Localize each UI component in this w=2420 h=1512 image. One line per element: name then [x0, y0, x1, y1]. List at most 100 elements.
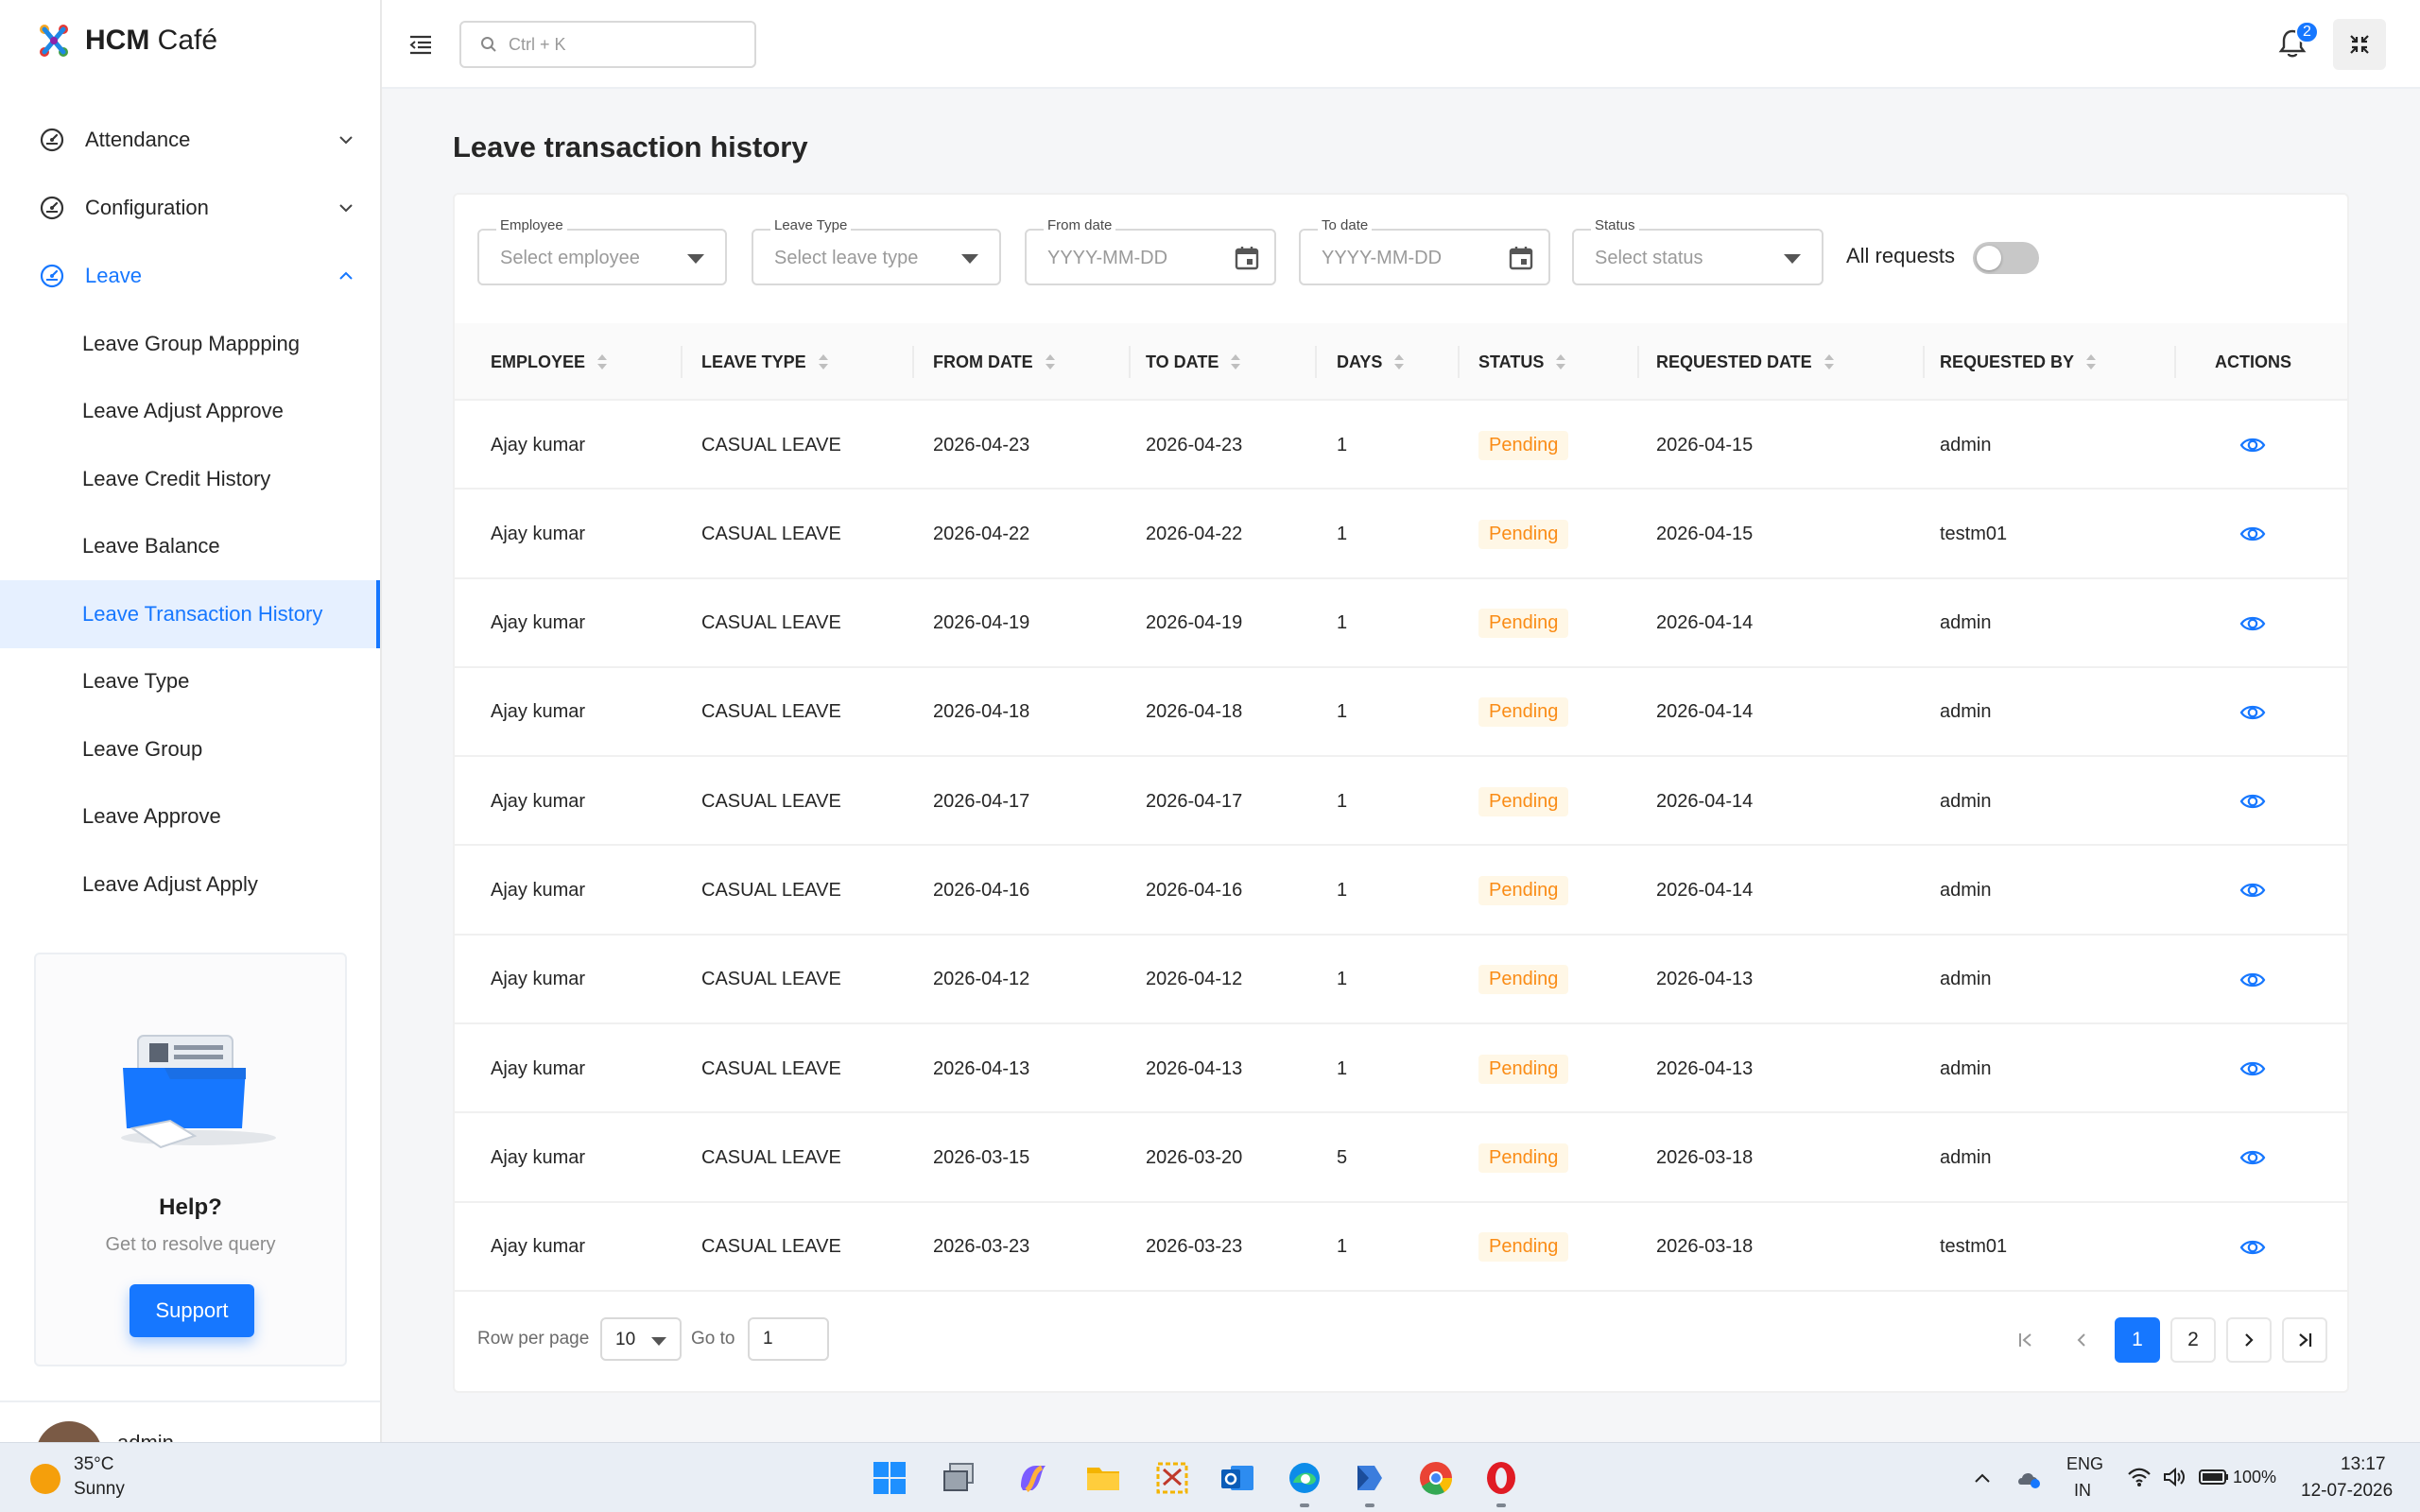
column-header-from-date[interactable]: FROM DATE — [933, 323, 1056, 401]
sort-icon[interactable] — [1824, 352, 1835, 371]
prev-page-button[interactable] — [2059, 1317, 2104, 1363]
column-divider[interactable] — [1458, 346, 1460, 378]
sidebar-item-leave-adjust-apply[interactable]: Leave Adjust Apply — [0, 850, 380, 919]
menu-collapse-icon[interactable] — [406, 30, 435, 59]
column-divider[interactable] — [1923, 346, 1925, 378]
sidebar-item-leave-transaction-history[interactable]: Leave Transaction History — [0, 580, 380, 648]
view-eye-icon[interactable] — [2239, 967, 2266, 993]
sort-icon[interactable] — [818, 352, 829, 371]
edge-icon[interactable] — [1285, 1458, 1324, 1498]
user-profile[interactable]: admin — [0, 1400, 380, 1442]
view-eye-icon[interactable] — [2239, 1144, 2266, 1171]
sidebar-item-leave-balance[interactable]: Leave Balance — [0, 513, 380, 581]
sort-icon[interactable] — [1230, 352, 1241, 371]
view-eye-icon[interactable] — [2239, 788, 2266, 815]
column-divider[interactable] — [912, 346, 914, 378]
column-divider[interactable] — [1637, 346, 1639, 378]
chrome-icon[interactable] — [1416, 1458, 1456, 1498]
sun-weather-icon[interactable] — [30, 1464, 60, 1494]
dashboard-gauge-icon — [38, 262, 66, 290]
sidebar-item-leave-group-mapping[interactable]: Leave Group Mappping — [0, 310, 380, 378]
language-indicator-bottom[interactable]: IN — [2074, 1481, 2091, 1501]
weather-temperature[interactable]: 35°C — [74, 1454, 113, 1475]
view-eye-icon[interactable] — [2239, 432, 2266, 458]
all-requests-toggle[interactable] — [1973, 242, 2039, 274]
running-indicator — [1300, 1503, 1309, 1507]
status-badge: Pending — [1478, 1143, 1569, 1173]
weather-condition[interactable]: Sunny — [74, 1479, 125, 1500]
opera-icon[interactable] — [1481, 1458, 1521, 1498]
battery-icon[interactable] — [2199, 1468, 2229, 1486]
sidebar-item-configuration[interactable]: Configuration — [0, 174, 380, 242]
column-divider[interactable] — [2174, 346, 2176, 378]
power-automate-icon[interactable] — [1350, 1458, 1390, 1498]
sidebar-item-leave-group[interactable]: Leave Group — [0, 715, 380, 783]
column-header-days[interactable]: DAYS — [1337, 323, 1405, 401]
first-page-button[interactable] — [2003, 1317, 2048, 1363]
column-header-to-date[interactable]: TO DATE — [1146, 323, 1241, 401]
column-header-status[interactable]: STATUS — [1478, 323, 1566, 401]
column-divider[interactable] — [1315, 346, 1317, 378]
goto-page-input[interactable] — [748, 1317, 829, 1361]
column-divider[interactable] — [1129, 346, 1131, 378]
onedrive-cloud-icon[interactable] — [2015, 1466, 2042, 1490]
to-date-field[interactable]: To date YYYY-MM-DD — [1299, 217, 1550, 285]
view-eye-icon[interactable] — [2239, 1056, 2266, 1082]
sort-icon[interactable] — [596, 352, 608, 371]
cell-from-date: 2026-04-13 — [933, 1057, 1030, 1079]
sidebar-item-leave-adjust-approve[interactable]: Leave Adjust Approve — [0, 378, 380, 446]
view-eye-icon[interactable] — [2239, 877, 2266, 903]
sidebar-item-leave-type[interactable]: Leave Type — [0, 648, 380, 716]
employee-select[interactable]: Employee Select employee — [477, 217, 727, 285]
sidebar-item-leave-credit-history[interactable]: Leave Credit History — [0, 445, 380, 513]
sidebar-item-leave[interactable]: Leave — [0, 242, 380, 310]
column-divider[interactable] — [681, 346, 683, 378]
column-header-leave-type[interactable]: LEAVE TYPE — [701, 323, 829, 401]
toggle-knob — [1977, 246, 2001, 270]
wifi-icon[interactable] — [2127, 1466, 2152, 1488]
column-header-employee[interactable]: EMPLOYEE — [491, 323, 608, 401]
view-eye-icon[interactable] — [2239, 521, 2266, 547]
from-date-field[interactable]: From date YYYY-MM-DD — [1025, 217, 1276, 285]
status-badge: Pending — [1478, 609, 1569, 639]
status-select[interactable]: Status Select status — [1572, 217, 1824, 285]
cell-days: 1 — [1337, 701, 1348, 723]
calendar-icon[interactable] — [1233, 244, 1261, 272]
task-view-icon[interactable] — [939, 1458, 978, 1498]
column-header-requested-by[interactable]: REQUESTED BY — [1940, 323, 2097, 401]
last-page-button[interactable] — [2282, 1317, 2327, 1363]
chevron-up-icon[interactable] — [1972, 1469, 1993, 1486]
sort-icon[interactable] — [1045, 352, 1056, 371]
clock-time[interactable]: 13:17 — [2341, 1454, 2386, 1475]
calendar-icon[interactable] — [1507, 244, 1535, 272]
column-header-requested-date[interactable]: REQUESTED DATE — [1656, 323, 1835, 401]
sort-icon[interactable] — [1393, 352, 1405, 371]
page-button-1[interactable]: 1 — [2115, 1317, 2160, 1363]
outlook-icon[interactable] — [1218, 1458, 1257, 1498]
support-button[interactable]: Support — [130, 1284, 254, 1337]
language-indicator-top[interactable]: ENG — [2066, 1454, 2103, 1474]
next-page-button[interactable] — [2226, 1317, 2272, 1363]
view-eye-icon[interactable] — [2239, 1234, 2266, 1261]
snipping-tool-icon[interactable] — [1152, 1458, 1192, 1498]
page-button-2[interactable]: 2 — [2170, 1317, 2216, 1363]
brand[interactable]: HCM Café — [34, 21, 217, 60]
sidebar-item-label: Leave — [85, 264, 142, 287]
cell-to-date: 2026-03-23 — [1146, 1236, 1243, 1258]
rows-per-page-select[interactable]: 10 — [600, 1317, 682, 1361]
global-search[interactable] — [459, 21, 756, 68]
view-eye-icon[interactable] — [2239, 699, 2266, 726]
windows-start-icon[interactable] — [870, 1458, 909, 1498]
volume-icon[interactable] — [2162, 1466, 2187, 1488]
copilot-icon[interactable] — [1013, 1458, 1053, 1498]
view-eye-icon[interactable] — [2239, 610, 2266, 637]
search-input[interactable] — [509, 34, 735, 55]
file-explorer-icon[interactable] — [1083, 1458, 1123, 1498]
clock-date[interactable]: 12-07-2026 — [2301, 1481, 2393, 1502]
sort-icon[interactable] — [1555, 352, 1566, 371]
sidebar-item-leave-approve[interactable]: Leave Approve — [0, 783, 380, 851]
sort-icon[interactable] — [2085, 352, 2097, 371]
sidebar-item-attendance[interactable]: Attendance — [0, 106, 380, 174]
exit-fullscreen-button[interactable] — [2333, 19, 2386, 70]
leave-type-select[interactable]: Leave Type Select leave type — [752, 217, 1001, 285]
